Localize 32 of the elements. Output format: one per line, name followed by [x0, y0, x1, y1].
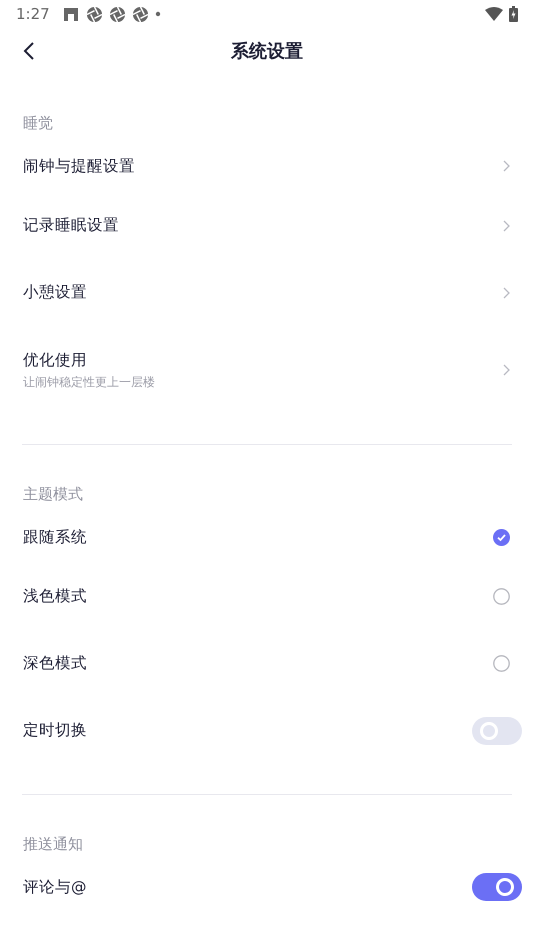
back-icon[interactable] — [23, 41, 35, 61]
setting-label: 浅色模式 — [23, 586, 88, 607]
setting-label: 记录睡眠设置 — [23, 215, 120, 236]
setting-label: 小憩设置 — [23, 282, 88, 303]
dot-icon — [154, 11, 161, 17]
aperture-icon — [86, 6, 103, 22]
chevron-right-icon[interactable] — [503, 220, 510, 232]
setting-description: 让闹钟稳定性更上一层楼 — [23, 374, 156, 390]
page-title: 系统设置 — [231, 40, 303, 63]
chevron-right-icon[interactable] — [503, 286, 510, 298]
status-time: 1:27 — [16, 5, 50, 23]
toggle-switch[interactable] — [472, 716, 522, 744]
setting-label: 优化使用 — [23, 350, 88, 370]
section-title: 主题模式 — [22, 484, 84, 504]
chevron-right-icon[interactable] — [503, 160, 510, 172]
section-title: 睡觉 — [22, 112, 54, 134]
setting-label: 闹钟与提醒设置 — [23, 156, 136, 176]
radio-button[interactable] — [493, 655, 510, 672]
section-title: 推送通知 — [22, 834, 84, 854]
setting-label: 评论与@ — [23, 876, 88, 898]
checked-radio-button[interactable] — [493, 528, 510, 546]
aperture-icon — [132, 6, 149, 22]
setting-label: 跟随系统 — [23, 526, 88, 548]
battery-icon — [509, 6, 518, 22]
chevron-right-icon[interactable] — [503, 364, 510, 376]
app-notification-icon — [62, 5, 80, 23]
setting-label: 深色模式 — [23, 653, 88, 674]
toggle-switch[interactable] — [472, 873, 522, 901]
wifi-icon — [485, 7, 503, 21]
aperture-icon — [108, 6, 126, 22]
setting-label: 定时切换 — [23, 720, 88, 741]
radio-button[interactable] — [493, 588, 510, 605]
